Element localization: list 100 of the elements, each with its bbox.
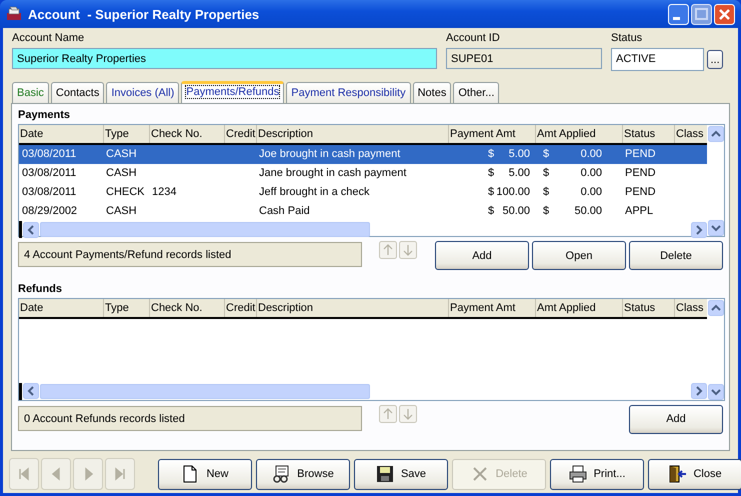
tab[interactable]: Invoices (All) [106,82,180,103]
column-header[interactable]: Payment Amt [448,299,535,318]
column-header[interactable]: Payment Amt [448,125,535,143]
grid-button[interactable]: Delete [629,241,723,270]
section-title: Refunds [18,282,63,298]
table-cell: PEND [625,186,656,198]
table-cell-text: 0.00 [580,147,602,162]
column-header[interactable]: Check No. [149,299,224,318]
scroll-thumb[interactable] [40,222,370,237]
column-header[interactable]: Date [19,125,103,143]
window-title: Account - Superior Realty Properties [28,6,260,22]
door-icon [668,465,686,483]
table-cell-text: $ [488,166,494,181]
table-cell-text: $ [488,204,494,219]
table-cell: 03/08/2011 [22,167,76,179]
table-cell-text: 100.00 [496,185,530,200]
minimize-icon[interactable] [668,4,689,24]
table-row[interactable]: 08/29/2002 CASH Cash Paid $ 50.00 $ 50.00 APPL [19,202,707,221]
horizontal-scrollbar[interactable] [19,221,707,238]
toolbar-button[interactable]: Browse [256,458,350,490]
column-header[interactable]: Amt Applied [535,299,622,318]
horizontal-scrollbar[interactable] [19,382,707,400]
app-icon [6,6,24,22]
cross-icon [470,465,489,483]
table-cell: Cash Paid [259,205,310,217]
column-header[interactable]: Credit [224,299,256,318]
toolbar-button[interactable]: Save [354,458,448,490]
scroll-right-icon[interactable] [691,383,707,400]
toolbar-button[interactable]: Print... [550,458,644,490]
table-cell-text: 5.00 [508,166,530,181]
table-row[interactable]: 03/08/2011 CHECK 1234 Jeff brought in a check $ 100.00 $ 0.00 PEND [19,183,707,202]
grid-button[interactable]: Open [532,241,626,270]
table-cell-text: 0.00 [580,185,602,200]
column-header[interactable]: Status [622,299,674,318]
scroll-right-icon[interactable] [691,222,707,238]
column-header[interactable]: Description [256,125,448,143]
table-cell-text: 50.00 [502,204,530,219]
column-header[interactable]: Description [256,299,448,318]
table-cell: Jane brought in cash payment [259,167,406,179]
page-icon [181,465,200,483]
table-cell-text: 5.00 [508,147,530,162]
table-cell-text: 50.00 [574,204,602,219]
grid-button[interactable]: Add [629,404,723,434]
scroll-up-icon[interactable] [708,126,724,142]
table-cell: 08/29/2002 [22,205,78,217]
table-row[interactable]: 03/08/2011 CASH Jane brought in cash payment $ 5.00 $ 0.00 PEND [19,164,707,183]
scroll-thumb[interactable] [40,384,370,399]
tab[interactable]: Payment Responsibility [286,82,411,103]
column-header[interactable]: Check No. [149,125,224,143]
table-cell: PEND [625,148,656,160]
column-header[interactable]: Status [622,125,674,143]
scroll-down-icon[interactable] [708,384,724,400]
status-field[interactable]: ACTIVE [611,48,704,71]
table-cell: CHECK [106,186,145,198]
column-header[interactable]: Type [103,125,149,143]
table-cell: APPL [625,205,654,217]
scroll-up-icon[interactable] [708,300,724,316]
scroll-left-icon[interactable] [23,222,39,238]
table-cell: PEND [625,167,656,179]
maximize-icon[interactable] [691,4,712,24]
lookup-button[interactable]: ... [707,50,723,69]
tab[interactable]: Payments/Refunds [181,81,284,103]
table-cell: 03/08/2011 [22,148,76,160]
field-label: Status [611,31,644,45]
scroll-left-icon[interactable] [23,383,39,400]
table-cell-text: $ [543,166,550,181]
vertical-scrollbar[interactable] [707,299,724,400]
table-cell: Jeff brought in a check [259,186,370,198]
tab[interactable]: Contacts [50,82,104,103]
table-cell-text: $ [543,147,550,162]
record-count: 0 Account Refunds records listed [18,406,362,431]
table-cell-text: $ [543,185,550,200]
column-header[interactable]: Type [103,299,149,318]
table-cell-text: 0.00 [580,166,602,181]
vertical-scrollbar[interactable] [707,125,724,236]
printer-icon [568,465,587,483]
table-cell: 1234 [152,186,176,198]
close-icon[interactable] [714,4,735,24]
table-cell: CASH [106,167,137,179]
grid-button[interactable]: Add [435,241,529,270]
toolbar-button[interactable]: Close [648,458,741,490]
account-id-field[interactable]: SUPE01 [446,48,602,69]
account-name-field[interactable]: Superior Realty Properties [12,48,437,69]
table-cell: CASH [106,148,137,160]
tab[interactable]: Notes [412,82,452,103]
field-label: Account Name [12,31,86,45]
table-cell: 03/08/2011 [22,186,76,198]
tab[interactable]: Basic [12,82,49,103]
table-cell: CASH [106,205,137,217]
column-header[interactable]: Credit [224,125,256,143]
section-title: Payments [18,108,71,123]
toolbar-button[interactable]: New [158,458,252,490]
table-row[interactable]: 03/08/2011 CASH Joe brought in cash payment $ 5.00 $ 0.00 PEND [19,145,707,164]
table-cell-text: $ [488,147,494,162]
table-cell-text: $ [543,204,550,219]
column-header[interactable]: Date [19,299,103,318]
scroll-down-icon[interactable] [708,220,724,236]
field-label: Account ID [446,31,501,45]
tab[interactable]: Other... [453,82,500,103]
column-header[interactable]: Amt Applied [535,125,622,143]
